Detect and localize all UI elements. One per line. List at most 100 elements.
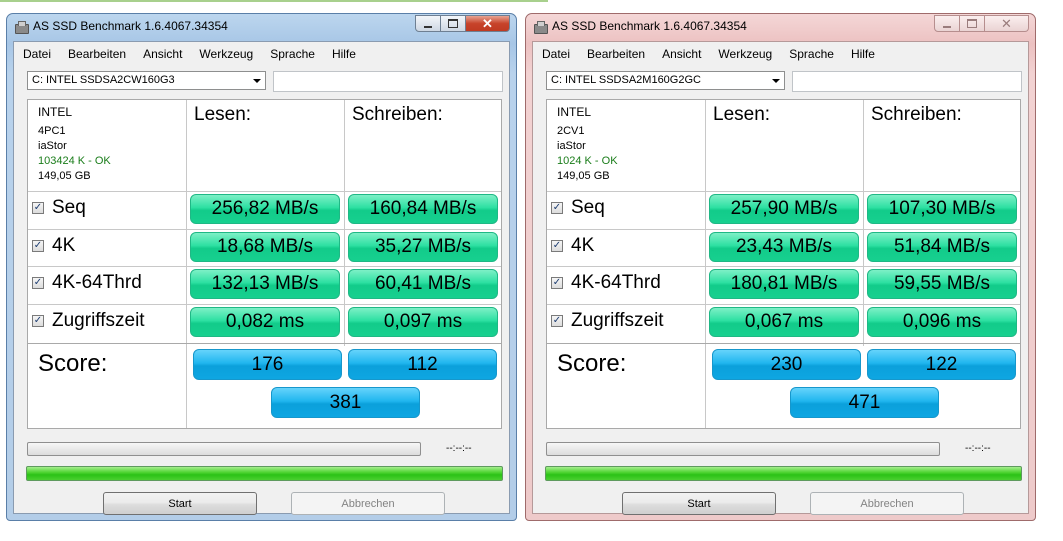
chevron-down-icon [253, 79, 261, 83]
cancel-button[interactable]: Abbrechen [291, 492, 445, 515]
row-4k64: ✓ 4K-64Thrd [551, 272, 661, 294]
client-area: Datei Bearbeiten Ansicht Werkzeug Sprach… [532, 41, 1029, 515]
menu-sprache[interactable]: Sprache [261, 47, 323, 61]
menu-bar: Datei Bearbeiten Ansicht Werkzeug Sprach… [533, 42, 1028, 66]
close-icon: ✕ [1001, 15, 1012, 31]
menu-sprache[interactable]: Sprache [780, 47, 842, 61]
4k64-write-value: 60,41 MB/s [348, 269, 498, 299]
start-button[interactable]: Start [622, 492, 776, 515]
row-4k64: ✓ 4K-64Thrd [32, 272, 142, 294]
alignment-status: 103424 K - OK [38, 155, 111, 167]
minimize-button[interactable] [415, 15, 441, 32]
results-grid: INTEL 2CV1 iaStor 1024 K - OK 149,05 GB … [546, 99, 1021, 429]
check-icon[interactable]: ✓ [551, 315, 563, 327]
title-bar[interactable]: AS SSD Benchmark 1.6.4067.34354 ✕ [526, 14, 1035, 40]
title-bar[interactable]: AS SSD Benchmark 1.6.4067.34354 ✕ [7, 14, 516, 40]
write-header: Schreiben: [352, 104, 443, 125]
access-read-value: 0,082 ms [190, 307, 340, 337]
minimize-icon [424, 25, 432, 28]
check-icon[interactable]: ✓ [32, 277, 44, 289]
seq-read-value: 257,90 MB/s [709, 194, 859, 224]
menu-bar: Datei Bearbeiten Ansicht Werkzeug Sprach… [14, 42, 509, 66]
drive-select-value: C: INTEL SSDSA2CW160G3 [32, 74, 175, 86]
4k64-read-value: 180,81 MB/s [709, 269, 859, 299]
check-icon[interactable]: ✓ [551, 277, 563, 289]
menu-bearbeiten[interactable]: Bearbeiten [59, 47, 134, 61]
menu-bearbeiten[interactable]: Bearbeiten [578, 47, 653, 61]
close-icon: ✕ [482, 15, 493, 31]
row-seq: ✓ Seq [551, 197, 605, 219]
menu-hilfe[interactable]: Hilfe [842, 47, 883, 61]
row-4k-label: 4K [571, 235, 595, 256]
row-4k: ✓ 4K [32, 235, 75, 257]
test-progress-bar [546, 442, 940, 456]
menu-datei[interactable]: Datei [14, 47, 59, 61]
row-access: ✓ Zugriffszeit [32, 310, 145, 332]
check-icon[interactable]: ✓ [32, 315, 44, 327]
score-label: Score: [38, 350, 108, 377]
drive-select[interactable]: C: INTEL SSDSA2M160G2GC [546, 71, 785, 90]
check-icon[interactable]: ✓ [32, 202, 44, 214]
menu-datei[interactable]: Datei [533, 47, 578, 61]
score-read: 176 [193, 349, 342, 380]
score-total: 471 [790, 387, 939, 418]
seq-read-value: 256,82 MB/s [190, 194, 340, 224]
score-read: 230 [712, 349, 861, 380]
4k-write-value: 51,84 MB/s [867, 232, 1017, 262]
row-access: ✓ Zugriffszeit [551, 310, 664, 332]
menu-ansicht[interactable]: Ansicht [653, 47, 709, 61]
row-seq-label: Seq [571, 197, 605, 218]
row-4k-label: 4K [52, 235, 76, 256]
close-button[interactable]: ✕ [985, 15, 1029, 32]
score-label: Score: [557, 350, 627, 377]
test-progress-bar [27, 442, 421, 456]
access-read-value: 0,067 ms [709, 307, 859, 337]
access-write-value: 0,097 ms [348, 307, 498, 337]
alignment-status: 1024 K - OK [557, 155, 618, 167]
close-button[interactable]: ✕ [466, 15, 510, 32]
check-icon[interactable]: ✓ [551, 202, 563, 214]
benchmark-window-1: AS SSD Benchmark 1.6.4067.34354 ✕ Datei … [6, 13, 517, 521]
benchmark-window-2: AS SSD Benchmark 1.6.4067.34354 ✕ Datei … [525, 13, 1036, 521]
menu-hilfe[interactable]: Hilfe [323, 47, 364, 61]
client-area: Datei Bearbeiten Ansicht Werkzeug Sprach… [13, 41, 510, 515]
path-field[interactable] [273, 71, 503, 92]
row-access-label: Zugriffszeit [52, 310, 145, 331]
4k-read-value: 18,68 MB/s [190, 232, 340, 262]
row-seq-label: Seq [52, 197, 86, 218]
4k-write-value: 35,27 MB/s [348, 232, 498, 262]
elapsed-time: --:--:-- [965, 443, 991, 454]
drive-icon [14, 20, 29, 34]
drive-firmware: 2CV1 [557, 125, 585, 137]
drive-driver: iaStor [557, 140, 586, 152]
row-4k: ✓ 4K [551, 235, 594, 257]
drive-size: 149,05 GB [557, 170, 610, 182]
maximize-button[interactable] [441, 15, 466, 32]
4k-read-value: 23,43 MB/s [709, 232, 859, 262]
drive-vendor: INTEL [557, 105, 592, 119]
minimize-button[interactable] [934, 15, 960, 32]
row-4k64-label: 4K-64Thrd [571, 272, 661, 293]
menu-ansicht[interactable]: Ansicht [134, 47, 190, 61]
path-field[interactable] [792, 71, 1022, 92]
menu-werkzeug[interactable]: Werkzeug [709, 47, 780, 61]
row-seq: ✓ Seq [32, 197, 86, 219]
cancel-button[interactable]: Abbrechen [810, 492, 964, 515]
score-total: 381 [271, 387, 420, 418]
check-icon[interactable]: ✓ [551, 240, 563, 252]
menu-werkzeug[interactable]: Werkzeug [190, 47, 261, 61]
window-title: AS SSD Benchmark 1.6.4067.34354 [33, 19, 228, 33]
drive-size: 149,05 GB [38, 170, 91, 182]
check-icon[interactable]: ✓ [32, 240, 44, 252]
window-title: AS SSD Benchmark 1.6.4067.34354 [552, 19, 747, 33]
read-header: Lesen: [713, 104, 771, 125]
seq-write-value: 160,84 MB/s [348, 194, 498, 224]
row-access-label: Zugriffszeit [571, 310, 664, 331]
drive-select[interactable]: C: INTEL SSDSA2CW160G3 [27, 71, 266, 90]
start-button[interactable]: Start [103, 492, 257, 515]
drive-info: INTEL 4PC1 iaStor 103424 K - OK 149,05 G… [38, 105, 111, 184]
score-write: 112 [348, 349, 497, 380]
maximize-button[interactable] [960, 15, 985, 32]
seq-write-value: 107,30 MB/s [867, 194, 1017, 224]
drive-info: INTEL 2CV1 iaStor 1024 K - OK 149,05 GB [557, 105, 618, 184]
